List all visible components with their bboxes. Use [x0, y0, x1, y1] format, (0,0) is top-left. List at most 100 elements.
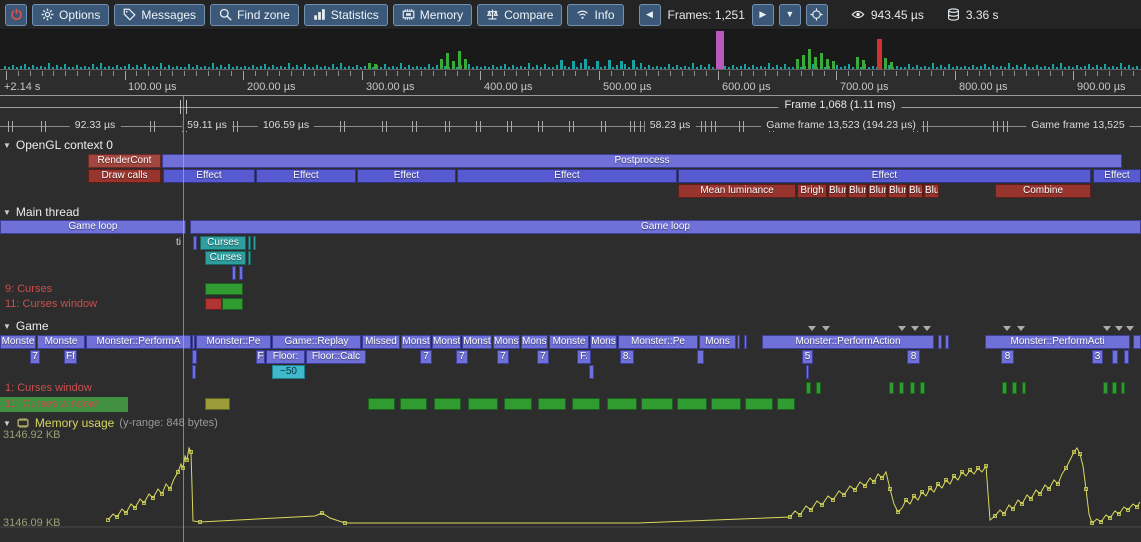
memory-button[interactable]: Memory — [393, 4, 472, 26]
plot-name[interactable]: 1: Curses window — [5, 382, 92, 395]
zone[interactable] — [1124, 350, 1129, 364]
zone[interactable] — [248, 251, 251, 265]
zone[interactable] — [806, 365, 809, 379]
zone[interactable]: Draw calls — [88, 169, 161, 183]
zone[interactable]: F — [256, 350, 265, 364]
power-button[interactable] — [5, 4, 27, 26]
zone[interactable] — [589, 365, 594, 379]
zone[interactable]: Floor::Calc — [306, 350, 366, 364]
zone[interactable]: Mean luminance — [678, 184, 796, 198]
zone[interactable]: Monst — [521, 335, 548, 349]
zone[interactable]: 3 — [1092, 350, 1103, 364]
zone[interactable]: Postprocess — [162, 154, 1122, 168]
zone[interactable]: Game loop — [0, 220, 186, 234]
zone[interactable] — [945, 335, 949, 349]
compare-button[interactable]: Compare — [477, 4, 562, 26]
zone[interactable]: Combine — [995, 184, 1091, 198]
zone[interactable]: Curses — [205, 251, 246, 265]
statistics-button[interactable]: Statistics — [304, 4, 388, 26]
zone[interactable]: Blur — [888, 184, 907, 198]
zone[interactable] — [232, 266, 236, 280]
zone[interactable]: F. — [577, 350, 591, 364]
section-memory[interactable]: ▼Memory usage(y-range: 848 bytes) — [3, 416, 218, 430]
collapsed-zones-icon[interactable] — [898, 326, 906, 331]
zone[interactable]: Monster::PerformAction — [762, 335, 934, 349]
collapsed-zones-icon[interactable] — [1003, 326, 1011, 331]
section-opengl[interactable]: ▼OpenGL context 0 — [3, 138, 113, 152]
zone[interactable] — [192, 350, 197, 364]
zone[interactable]: Missed — [362, 335, 400, 349]
zone[interactable]: Effect — [1093, 169, 1141, 183]
zone[interactable]: 8 — [1001, 350, 1014, 364]
zone[interactable]: 8. — [620, 350, 634, 364]
zone[interactable] — [697, 350, 704, 364]
zone[interactable]: RenderCont — [88, 154, 161, 168]
plot-name[interactable]: 11: Curses window — [5, 298, 97, 311]
zone[interactable]: Monste — [0, 335, 36, 349]
zone[interactable]: Blur — [924, 184, 939, 198]
collapsed-zones-icon[interactable] — [911, 326, 919, 331]
zone[interactable]: Monst — [401, 335, 431, 349]
zone[interactable]: 8 — [907, 350, 920, 364]
zone[interactable]: Monste — [549, 335, 589, 349]
section-main-thread[interactable]: ▼Main thread — [3, 205, 79, 219]
zone[interactable]: 5 — [802, 350, 813, 364]
zone[interactable]: Blur — [908, 184, 923, 198]
find-zone-button[interactable]: Find zone — [210, 4, 299, 26]
prev-frame-button[interactable]: ◀ — [639, 4, 661, 26]
zone[interactable] — [239, 266, 243, 280]
zone[interactable]: 7 — [30, 350, 40, 364]
collapsed-zones-icon[interactable] — [1103, 326, 1111, 331]
zone[interactable]: 7 — [420, 350, 432, 364]
zone[interactable] — [248, 236, 251, 250]
zone[interactable]: ~50 — [272, 365, 305, 379]
collapsed-zones-icon[interactable] — [1017, 326, 1025, 331]
zone[interactable] — [744, 335, 747, 349]
zone[interactable] — [193, 236, 197, 250]
section-game[interactable]: ▼Game — [3, 319, 49, 333]
zone[interactable]: Monst — [432, 335, 461, 349]
zone[interactable]: Blur — [828, 184, 847, 198]
zone[interactable]: 7 — [497, 350, 509, 364]
zone[interactable]: Floor: — [266, 350, 305, 364]
collapsed-zones-icon[interactable] — [1115, 326, 1123, 331]
zone[interactable]: 7 — [456, 350, 468, 364]
zone[interactable]: Effect — [256, 169, 356, 183]
zone[interactable]: Monster::PerformActi — [985, 335, 1130, 349]
zone[interactable]: Mons — [590, 335, 617, 349]
zone[interactable]: 7 — [537, 350, 549, 364]
messages-button[interactable]: Messages — [114, 4, 205, 26]
collapsed-zones-icon[interactable] — [1126, 326, 1134, 331]
plot-name[interactable]: 11: Curses window — [5, 398, 97, 411]
options-button[interactable]: Options — [32, 4, 109, 26]
zone[interactable]: Monster::Pe — [196, 335, 271, 349]
zone[interactable] — [737, 335, 740, 349]
zone[interactable]: Ff — [64, 350, 77, 364]
zone[interactable]: Monster::PerformA — [86, 335, 191, 349]
plot-name[interactable]: 9: Curses — [5, 283, 52, 296]
next-frame-button[interactable]: ▶ — [752, 4, 774, 26]
zone[interactable]: Monst — [462, 335, 492, 349]
zone[interactable]: Monste — [37, 335, 85, 349]
collapsed-zones-icon[interactable] — [808, 326, 816, 331]
collapsed-zones-icon[interactable] — [923, 326, 931, 331]
zone[interactable]: Effect — [457, 169, 677, 183]
zone[interactable]: Monst — [493, 335, 520, 349]
focus-frame-button[interactable] — [806, 4, 828, 26]
zone[interactable]: Mons — [699, 335, 736, 349]
zone[interactable]: Brigh — [797, 184, 827, 198]
zone[interactable]: Effect — [163, 169, 255, 183]
zone[interactable] — [1112, 350, 1118, 364]
zone[interactable]: Effect — [357, 169, 456, 183]
zone[interactable] — [192, 365, 196, 379]
zone[interactable]: Curses — [200, 236, 246, 250]
zone[interactable]: Blur — [848, 184, 867, 198]
zone[interactable] — [938, 335, 942, 349]
zone[interactable]: Game loop — [190, 220, 1141, 234]
zone[interactable]: Blur — [868, 184, 887, 198]
zone[interactable]: Game::Replay — [272, 335, 361, 349]
zone[interactable]: Effect — [678, 169, 1091, 183]
collapsed-zones-icon[interactable] — [822, 326, 830, 331]
zone[interactable] — [1133, 335, 1141, 349]
zoom-out-button[interactable]: ▼ — [779, 4, 801, 26]
